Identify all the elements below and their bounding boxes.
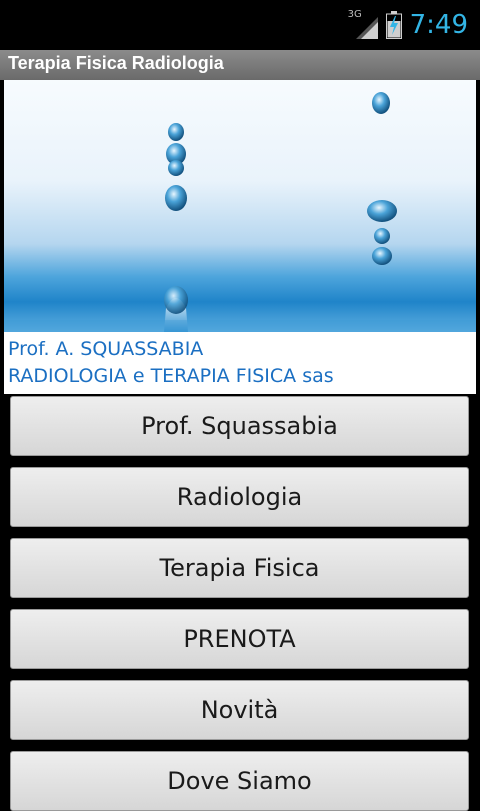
banner-caption: Prof. A. SQUASSABIA RADIOLOGIA e TERAPIA… xyxy=(4,332,476,394)
status-icons: 3G 7:49 xyxy=(348,8,468,42)
battery-charging-icon xyxy=(385,11,402,39)
signal-indicator: 3G xyxy=(348,9,378,39)
caption-doctor-name: Prof. A. SQUASSABIA xyxy=(8,338,204,360)
status-bar: 3G 7:49 xyxy=(0,0,480,50)
menu-button-prenota[interactable]: PRENOTA xyxy=(10,609,469,669)
main-content: Prof. A. SQUASSABIA RADIOLOGIA e TERAPIA… xyxy=(0,80,480,811)
menu-button-radiologia[interactable]: Radiologia xyxy=(10,467,469,527)
clock: 7:49 xyxy=(409,10,468,40)
app-title-bar: Terapia Fisica Radiologia xyxy=(0,50,480,80)
menu-button-terapia-fisica[interactable]: Terapia Fisica xyxy=(10,538,469,598)
signal-icon xyxy=(355,17,378,39)
banner-image xyxy=(4,80,476,332)
menu-button-dove-siamo[interactable]: Dove Siamo xyxy=(10,751,469,811)
menu-button-novita[interactable]: Novità xyxy=(10,680,469,740)
app-title: Terapia Fisica Radiologia xyxy=(8,53,224,73)
water-drops-illustration xyxy=(4,92,476,332)
menu-button-prof-squassabia[interactable]: Prof. Squassabia xyxy=(10,396,469,456)
caption-company-name: RADIOLOGIA e TERAPIA FISICA sas xyxy=(8,365,334,387)
